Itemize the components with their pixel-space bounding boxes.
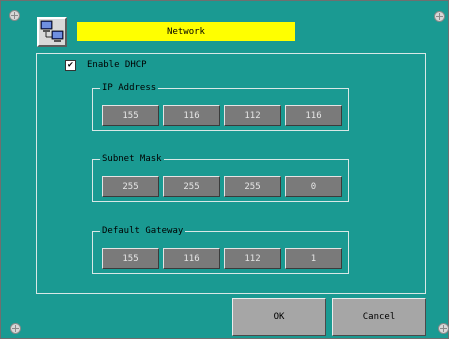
gateway-octet-4-field[interactable]: 1 — [285, 248, 342, 269]
ip-octet-4-field[interactable]: 116 — [285, 105, 342, 126]
subnet-mask-group: Subnet Mask 255 255 255 0 — [92, 153, 349, 202]
subnet-octet-2-field[interactable]: 255 — [163, 176, 220, 197]
default-gateway-title: Default Gateway — [100, 225, 186, 237]
ip-octet-1-field[interactable]: 155 — [102, 105, 159, 126]
subnet-mask-title: Subnet Mask — [100, 153, 164, 165]
enable-dhcp-label: Enable DHCP — [87, 60, 147, 70]
window-title: Network — [77, 22, 295, 41]
cancel-button[interactable]: Cancel — [332, 298, 426, 336]
subnet-octet-1-field[interactable]: 255 — [102, 176, 159, 197]
screw-bottom-left-icon — [10, 323, 21, 334]
screw-top-right-icon — [434, 11, 445, 22]
default-gateway-group: Default Gateway 155 116 112 1 — [92, 225, 349, 274]
ip-address-title: IP Address — [100, 82, 159, 94]
ip-octet-2-field[interactable]: 116 — [163, 105, 220, 126]
gateway-octet-2-field[interactable]: 116 — [163, 248, 220, 269]
subnet-octet-4-field[interactable]: 0 — [285, 176, 342, 197]
network-computer-icon[interactable] — [37, 17, 67, 47]
ip-octet-3-field[interactable]: 112 — [224, 105, 281, 126]
gateway-octet-1-field[interactable]: 155 — [102, 248, 159, 269]
ok-button[interactable]: OK — [232, 298, 326, 336]
enable-dhcp-checkbox[interactable]: ✔ — [65, 60, 76, 71]
network-settings-window: Network ✔ Enable DHCP IP Address 155 116… — [0, 0, 449, 339]
gateway-octet-3-field[interactable]: 112 — [224, 248, 281, 269]
subnet-octet-3-field[interactable]: 255 — [224, 176, 281, 197]
screw-bottom-right-icon — [438, 323, 449, 334]
ip-address-group: IP Address 155 116 112 116 — [92, 82, 349, 131]
screw-top-left-icon — [9, 10, 20, 21]
